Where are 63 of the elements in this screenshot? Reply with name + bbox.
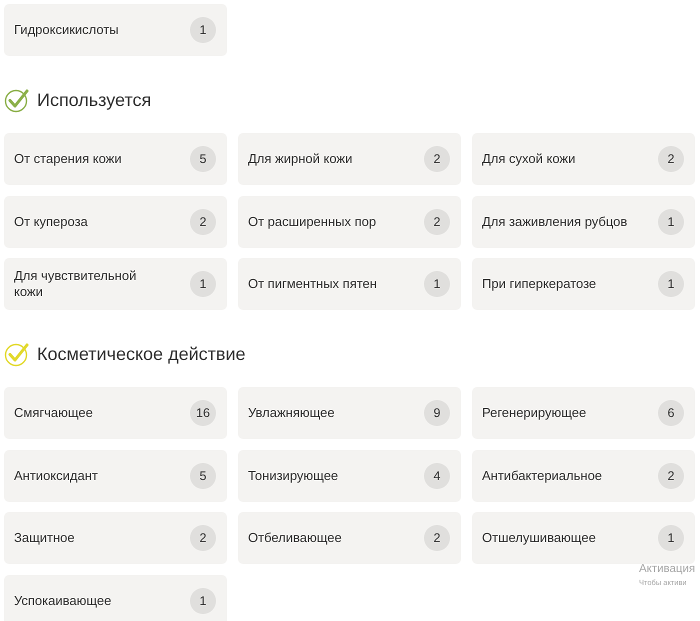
category-label: Антибактериальное	[482, 468, 602, 484]
category-label: Отбеливающее	[248, 530, 342, 546]
category-item[interactable]: Увлажняющее 9	[238, 387, 461, 439]
category-item[interactable]: Антибактериальное 2	[472, 450, 695, 502]
count-badge: 2	[424, 208, 450, 234]
category-item[interactable]: Для заживления рубцов 1	[472, 196, 695, 248]
section-title: Косметическое действие	[37, 344, 246, 364]
count-badge: 1	[190, 271, 216, 297]
category-item[interactable]: Для жирной кожи 2	[238, 133, 461, 185]
count-badge: 1	[658, 271, 684, 297]
category-item[interactable]: Отбеливающее 2	[238, 512, 461, 564]
category-item[interactable]: Отшелушивающее 1	[472, 512, 695, 564]
category-item[interactable]: От расширенных пор 2	[238, 196, 461, 248]
category-label: Для чувствительной кожи	[14, 268, 138, 300]
category-label: Для жирной кожи	[248, 151, 352, 167]
count-badge: 2	[190, 208, 216, 234]
category-item[interactable]: Успокаивающее 1	[4, 574, 227, 621]
category-item[interactable]: Тонизирующее 4	[238, 450, 461, 502]
count-badge: 9	[424, 400, 450, 426]
count-badge: 5	[190, 462, 216, 488]
count-badge: 1	[190, 588, 216, 614]
count-badge: 1	[658, 208, 684, 234]
count-badge: 4	[424, 462, 450, 488]
category-label: Гидроксикислоты	[14, 22, 119, 38]
category-item[interactable]: От купероза 2	[4, 196, 227, 248]
count-badge: 2	[658, 462, 684, 488]
category-label: Смягчающее	[14, 405, 93, 421]
category-label: Успокаивающее	[14, 592, 112, 608]
category-label: Тонизирующее	[248, 468, 338, 484]
category-item[interactable]: Для чувствительной кожи 1	[4, 258, 227, 310]
category-item[interactable]: Для сухой кожи 2	[472, 133, 695, 185]
section-title: Используется	[37, 90, 152, 110]
count-badge: 1	[658, 525, 684, 551]
count-badge: 6	[658, 400, 684, 426]
count-badge: 2	[658, 146, 684, 172]
category-label: Для сухой кожи	[482, 151, 576, 167]
category-label: При гиперкератозе	[482, 276, 596, 292]
category-item[interactable]: Антиоксидант 5	[4, 450, 227, 502]
category-label: От расширенных пор	[248, 214, 376, 230]
category-label: Увлажняющее	[248, 405, 335, 421]
category-label: От старения кожи	[14, 151, 122, 167]
category-item[interactable]: Регенерирующее 6	[472, 387, 695, 439]
count-badge: 1	[190, 17, 216, 43]
category-item[interactable]: При гиперкератозе 1	[472, 258, 695, 310]
category-item[interactable]: От старения кожи 5	[4, 133, 227, 185]
category-item[interactable]: Смягчающее 16	[4, 387, 227, 439]
category-item[interactable]: От пигментных пятен 1	[238, 258, 461, 310]
category-item[interactable]: Гидроксикислоты 1	[4, 4, 227, 56]
category-label: От купероза	[14, 214, 88, 230]
count-badge: 5	[190, 146, 216, 172]
count-badge: 1	[424, 271, 450, 297]
category-label: Защитное	[14, 530, 75, 546]
count-badge: 2	[190, 525, 216, 551]
category-item[interactable]: Защитное 2	[4, 512, 227, 564]
activation-title: Активация	[639, 563, 696, 575]
category-label: Антиоксидант	[14, 468, 98, 484]
category-label: Для заживления рубцов	[482, 214, 628, 230]
category-label: От пигментных пятен	[248, 276, 377, 292]
category-label: Регенерирующее	[482, 405, 586, 421]
count-badge: 16	[190, 400, 216, 426]
count-badge: 2	[424, 525, 450, 551]
count-badge: 2	[424, 146, 450, 172]
category-label: Отшелушивающее	[482, 530, 596, 546]
